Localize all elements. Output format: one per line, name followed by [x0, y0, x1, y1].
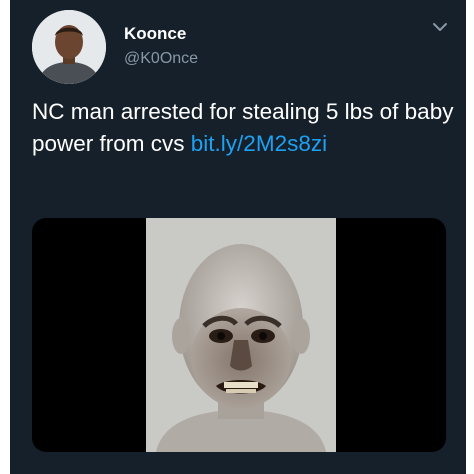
tweet-card[interactable]: Koonce @K0Once NC man arrested for steal…: [10, 0, 466, 474]
display-name[interactable]: Koonce: [124, 24, 186, 44]
user-handle[interactable]: @K0Once: [124, 50, 198, 68]
avatar[interactable]: [32, 10, 106, 84]
mugshot-photo: [146, 218, 336, 452]
tweet-media[interactable]: [32, 218, 446, 452]
tweet-link[interactable]: bit.ly/2M2s8zi: [191, 131, 327, 156]
tweet-text: NC man arrested for stealing 5 lbs of ba…: [32, 96, 462, 160]
chevron-down-icon[interactable]: [432, 20, 448, 32]
